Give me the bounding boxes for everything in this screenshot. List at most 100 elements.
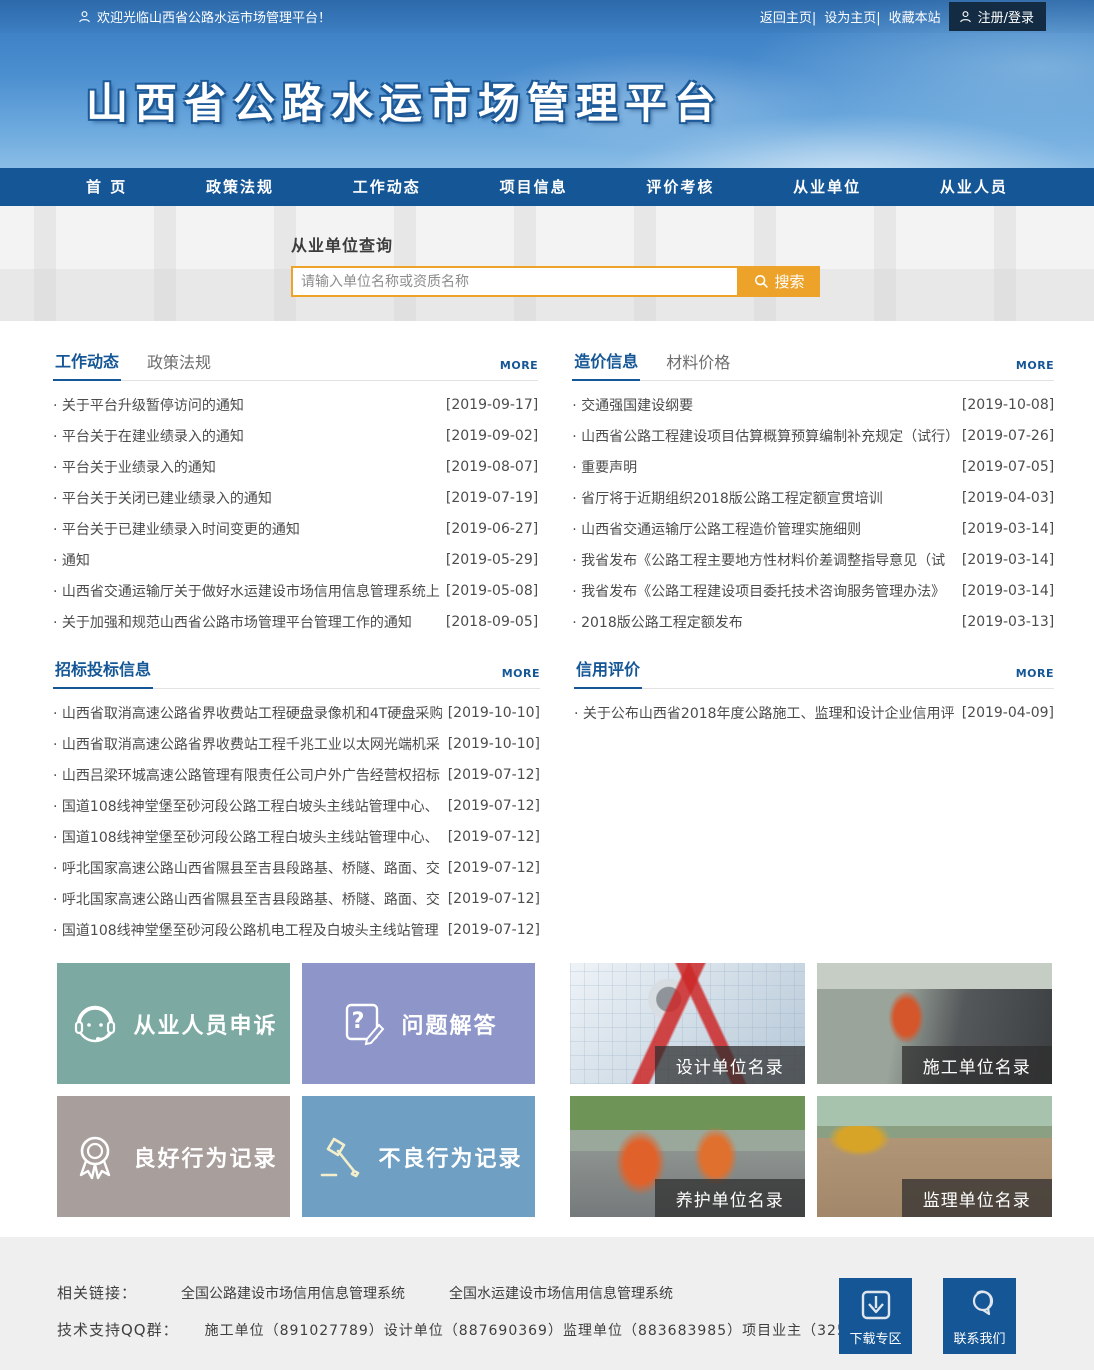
section-bid-info: 招标投标信息 MORE 山西省取消高速公路省界收费站工程硬盘录像机和4T硬盘采购… — [53, 659, 540, 945]
list-item[interactable]: 我省发布《公路工程主要地方性材料价差调整指导意见（试[2019-03-14] — [572, 544, 1054, 575]
search-strip: 从业单位查询 搜索 — [0, 206, 1094, 321]
welcome-area: 欢迎光临山西省公路水运市场管理平台！ — [78, 7, 331, 26]
nav-units[interactable]: 从业单位 — [767, 168, 887, 206]
list-item[interactable]: 关于平台升级暂停访问的通知[2019-09-17] — [53, 389, 538, 420]
quick-links-grid: 从业人员申诉 ? 问题解答 良好行为记录 — [53, 963, 540, 1217]
link-set-home[interactable]: 设为主页| — [824, 7, 880, 26]
contact-us-button[interactable]: 联系我们 — [943, 1278, 1016, 1354]
link-bookmark[interactable]: 收藏本站 — [889, 7, 941, 26]
list-item[interactable]: 关于加强和规范山西省公路市场管理平台管理工作的通知[2018-09-05] — [53, 606, 538, 637]
headset-person-icon — [69, 998, 121, 1050]
list-item[interactable]: 交通强国建设纲要[2019-10-08] — [572, 389, 1054, 420]
list-item[interactable]: 平台关于在建业绩录入的通知[2019-09-02] — [53, 420, 538, 451]
site-title: 山西省公路水运市场管理平台 — [86, 70, 723, 131]
search-input[interactable] — [291, 266, 739, 297]
user-icon — [959, 10, 972, 23]
main-nav: 首 页 政策法规 工作动态 项目信息 评价考核 从业单位 从业人员 — [0, 168, 1094, 206]
tab-cost-info[interactable]: 造价信息 — [572, 348, 640, 381]
search-button[interactable]: 搜索 — [739, 266, 820, 297]
chat-bubbles-icon — [962, 1288, 998, 1322]
list-item[interactable]: 省厅将于近期组织2018版公路工程定额宣贯培训[2019-04-03] — [572, 482, 1054, 513]
login-label: 注册/登录 — [978, 7, 1034, 26]
list-item[interactable]: 山西省交通运输厅公路工程造价管理实施细则[2019-03-14] — [572, 513, 1054, 544]
tab-work-news[interactable]: 工作动态 — [53, 348, 121, 381]
list-item[interactable]: 国道108线神堂堡至砂河段公路机电工程及白坡头主线站管理[2019-07-12] — [53, 914, 540, 945]
qa-label: 问题解答 — [401, 1008, 497, 1040]
nav-evaluation[interactable]: 评价考核 — [620, 168, 740, 206]
list-item[interactable]: 国道108线神堂堡至砂河段公路工程白坡头主线站管理中心、[2019-07-12] — [53, 790, 540, 821]
list-item[interactable]: 平台关于业绩录入的通知[2019-08-07] — [53, 451, 538, 482]
list-item[interactable]: 山西省交通运输厅关于做好水运建设市场信用信息管理系统上[2019-05-08] — [53, 575, 538, 606]
download-zone-label: 下载专区 — [849, 1328, 901, 1347]
more-link-work[interactable]: MORE — [500, 359, 538, 380]
list-item[interactable]: 呼北国家高速公路山西省隰县至吉县段路基、桥隧、路面、交[2019-07-12] — [53, 852, 540, 883]
section-credit: 信用评价 MORE 关于公布山西省2018年度公路施工、监理和设计企业信用评[2… — [574, 659, 1054, 945]
list-item[interactable]: 关于公布山西省2018年度公路施工、监理和设计企业信用评[2019-04-09] — [574, 697, 1054, 728]
section-work-news: 工作动态 政策法规 MORE 关于平台升级暂停访问的通知[2019-09-17]… — [53, 351, 538, 637]
nav-project[interactable]: 项目信息 — [474, 168, 594, 206]
user-icon — [78, 10, 91, 23]
nav-home[interactable]: 首 页 — [60, 168, 153, 206]
list-item[interactable]: 山西省公路工程建设项目估算概算预算编制补充规定（试行）[2019-07-26] — [572, 420, 1054, 451]
national-waterway-credit-link[interactable]: 全国水运建设市场信用信息管理系统 — [449, 1283, 673, 1303]
medal-icon — [69, 1131, 121, 1183]
supervision-directory-card[interactable]: 监理单位名录 — [817, 1096, 1052, 1217]
tab-credit[interactable]: 信用评价 — [574, 656, 642, 689]
login-register-button[interactable]: 注册/登录 — [949, 2, 1046, 31]
more-link-cost[interactable]: MORE — [1016, 359, 1054, 380]
list-item[interactable]: 重要声明[2019-07-05] — [572, 451, 1054, 482]
svg-text:?: ? — [352, 1009, 367, 1034]
design-directory-card[interactable]: 设计单位名录 — [570, 963, 805, 1084]
main-content: 工作动态 政策法规 MORE 关于平台升级暂停访问的通知[2019-09-17]… — [0, 321, 1094, 1217]
related-links-label: 相关链接： — [57, 1282, 137, 1303]
download-icon — [859, 1288, 893, 1322]
tab-material-price[interactable]: 材料价格 — [664, 349, 732, 380]
maintenance-directory-card[interactable]: 养护单位名录 — [570, 1096, 805, 1217]
good-record-block[interactable]: 良好行为记录 — [57, 1096, 290, 1217]
list-item[interactable]: 国道108线神堂堡至砂河段公路工程白坡头主线站管理中心、[2019-07-12] — [53, 821, 540, 852]
list-item[interactable]: 通知[2019-05-29] — [53, 544, 538, 575]
nav-personnel[interactable]: 从业人员 — [914, 168, 1034, 206]
section-cost-info: 造价信息 材料价格 MORE 交通强国建设纲要[2019-10-08] 山西省公… — [572, 351, 1054, 637]
appeal-block[interactable]: 从业人员申诉 — [57, 963, 290, 1084]
tab-policy[interactable]: 政策法规 — [145, 349, 213, 380]
list-item[interactable]: 我省发布《公路工程建设项目委托技术咨询服务管理办法》[2019-03-14] — [572, 575, 1054, 606]
design-directory-caption: 设计单位名录 — [655, 1046, 805, 1084]
list-item[interactable]: 山西省取消高速公路省界收费站工程硬盘录像机和4T硬盘采购[2019-10-10] — [53, 697, 540, 728]
welcome-text: 欢迎光临山西省公路水运市场管理平台！ — [97, 7, 331, 26]
gavel-icon — [314, 1131, 366, 1183]
appeal-label: 从业人员申诉 — [133, 1008, 277, 1040]
nav-policy[interactable]: 政策法规 — [180, 168, 300, 206]
list-item[interactable]: 山西省取消高速公路省界收费站工程千兆工业以太网光端机采[2019-10-10] — [53, 728, 540, 759]
search-icon — [754, 274, 769, 289]
download-zone-button[interactable]: 下载专区 — [839, 1278, 912, 1354]
link-return-home[interactable]: 返回主页| — [760, 7, 816, 26]
bad-record-block[interactable]: 不良行为记录 — [302, 1096, 535, 1217]
site-banner: 欢迎光临山西省公路水运市场管理平台！ 返回主页| 设为主页| 收藏本站 注册/登… — [0, 0, 1094, 168]
nav-work[interactable]: 工作动态 — [327, 168, 447, 206]
search-button-label: 搜索 — [774, 271, 804, 292]
search-title: 从业单位查询 — [291, 232, 1094, 256]
list-item[interactable]: 平台关于关闭已建业绩录入的通知[2019-07-19] — [53, 482, 538, 513]
directory-gallery: 设计单位名录 施工单位名录 养护单位名录 监理单位名录 — [570, 963, 1052, 1217]
topbar-links: 返回主页| 设为主页| 收藏本站 注册/登录 — [760, 2, 1046, 31]
contact-us-label: 联系我们 — [953, 1328, 1005, 1347]
list-item[interactable]: 2018版公路工程定额发布[2019-03-13] — [572, 606, 1054, 637]
footer: 相关链接： 全国公路建设市场信用信息管理系统 全国水运建设市场信用信息管理系统 … — [0, 1237, 1094, 1370]
question-note-icon: ? — [339, 999, 389, 1049]
national-highway-credit-link[interactable]: 全国公路建设市场信用信息管理系统 — [181, 1283, 405, 1303]
qa-block[interactable]: ? 问题解答 — [302, 963, 535, 1084]
more-link-credit[interactable]: MORE — [1016, 667, 1054, 688]
qq-groups-text: 施工单位（891027789）设计单位（887690369）监理单位（88368… — [205, 1320, 922, 1340]
list-item[interactable]: 山西吕梁环城高速公路管理有限责任公司户外广告经营权招标[2019-07-12] — [53, 759, 540, 790]
construction-directory-card[interactable]: 施工单位名录 — [817, 963, 1052, 1084]
tab-bid-info[interactable]: 招标投标信息 — [53, 656, 153, 689]
qq-support-label: 技术支持QQ群： — [57, 1319, 179, 1340]
bad-record-label: 不良行为记录 — [378, 1141, 522, 1173]
top-bar: 欢迎光临山西省公路水运市场管理平台！ 返回主页| 设为主页| 收藏本站 注册/登… — [0, 0, 1094, 33]
more-link-bid[interactable]: MORE — [502, 667, 540, 688]
list-item[interactable]: 平台关于已建业绩录入时间变更的通知[2019-06-27] — [53, 513, 538, 544]
construction-directory-caption: 施工单位名录 — [902, 1046, 1052, 1084]
list-item[interactable]: 呼北国家高速公路山西省隰县至吉县段路基、桥隧、路面、交[2019-07-12] — [53, 883, 540, 914]
good-record-label: 良好行为记录 — [133, 1141, 277, 1173]
